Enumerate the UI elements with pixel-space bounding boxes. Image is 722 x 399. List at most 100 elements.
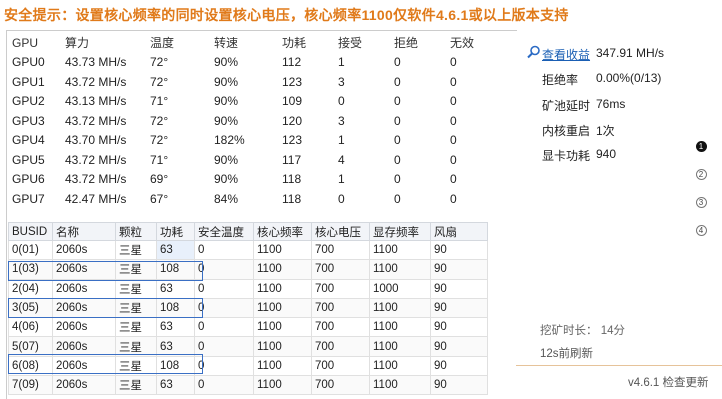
grid-cell[interactable]: 0 xyxy=(194,297,254,319)
grid-cell[interactable]: 2060s xyxy=(52,355,116,377)
grid-cell[interactable]: 700 xyxy=(311,336,370,357)
grid-cell[interactable]: 63 xyxy=(156,336,195,357)
grid-cell[interactable]: 0(01) xyxy=(8,239,53,261)
grid-row[interactable]: 7(09) 2060s 三星 63 0 1100 700 1100 90 xyxy=(8,375,488,396)
grid-cell[interactable]: 1100 xyxy=(253,355,312,377)
grid-cell[interactable]: 4(06) xyxy=(8,317,53,338)
grid-row[interactable]: 0(01) 2060s 三星 63 0 1100 700 1100 90 xyxy=(8,239,488,261)
grid-cell[interactable]: 63 xyxy=(156,317,195,338)
grid-cell[interactable]: 1100 xyxy=(253,336,312,357)
grid-cell[interactable]: 108 xyxy=(156,355,195,377)
gpu-cell: 117 xyxy=(282,152,302,167)
grid-cell[interactable]: 700 xyxy=(311,375,370,396)
grid-cell[interactable]: 2060s xyxy=(52,297,116,319)
grid-cell[interactable]: 1100 xyxy=(369,375,431,396)
grid-cell[interactable]: 三星 xyxy=(115,239,157,261)
grid-cell[interactable]: 2060s xyxy=(52,375,116,396)
col-busid[interactable]: BUSID xyxy=(8,222,53,241)
grid-cell[interactable]: 1100 xyxy=(369,239,431,261)
col-name[interactable]: 名称 xyxy=(52,222,116,241)
grid-cell[interactable]: 0 xyxy=(194,336,254,357)
grid-cell[interactable]: 2(04) xyxy=(8,278,53,299)
col-core-voltage[interactable]: 核心电压 xyxy=(311,222,370,241)
grid-cell[interactable]: 1100 xyxy=(253,297,312,319)
grid-cell[interactable]: 7(09) xyxy=(8,375,53,396)
grid-cell[interactable]: 2060s xyxy=(52,317,116,338)
gpu-row: GPU6 43.72 MH/s 69° 90% 118 1 0 0 xyxy=(8,170,500,190)
grid-cell[interactable]: 3(05) xyxy=(8,297,53,319)
grid-cell[interactable]: 三星 xyxy=(115,259,157,280)
grid-row[interactable]: 4(06) 2060s 三星 63 0 1100 700 1100 90 xyxy=(8,317,488,338)
col-fan-speed[interactable]: 风扇 xyxy=(430,222,488,241)
grid-cell[interactable]: 5(07) xyxy=(8,336,53,357)
grid-cell[interactable]: 700 xyxy=(311,355,370,377)
grid-cell[interactable]: 0 xyxy=(194,375,254,396)
overclock-grid[interactable]: BUSID 名称 颗粒 功耗 安全温度 核心频率 核心电压 显存频率 风扇 0(… xyxy=(8,222,488,396)
grid-cell[interactable]: 三星 xyxy=(115,278,157,299)
grid-cell[interactable]: 0 xyxy=(194,355,254,377)
grid-cell[interactable]: 63 xyxy=(156,239,195,261)
search-icon[interactable] xyxy=(527,45,541,62)
grid-cell[interactable]: 90 xyxy=(430,375,488,396)
grid-cell[interactable]: 1000 xyxy=(369,278,431,299)
grid-cell[interactable]: 700 xyxy=(311,278,370,299)
grid-cell[interactable]: 108 xyxy=(156,259,195,280)
page-dot-4[interactable]: 4 xyxy=(692,222,710,236)
grid-cell[interactable]: 90 xyxy=(430,297,488,319)
grid-cell[interactable]: 1100 xyxy=(253,278,312,299)
grid-cell[interactable]: 三星 xyxy=(115,317,157,338)
version-check-update[interactable]: v4.6.1 检查更新 xyxy=(628,374,709,390)
grid-cell[interactable]: 1100 xyxy=(369,355,431,377)
grid-cell[interactable]: 1100 xyxy=(253,239,312,261)
grid-row[interactable]: 3(05) 2060s 三星 108 0 1100 700 1100 90 xyxy=(8,297,488,319)
grid-cell[interactable]: 三星 xyxy=(115,375,157,396)
grid-cell[interactable]: 2060s xyxy=(52,278,116,299)
grid-cell[interactable]: 700 xyxy=(311,239,370,261)
grid-cell[interactable]: 1100 xyxy=(253,317,312,338)
view-earnings-link[interactable]: 查看收益 xyxy=(542,46,590,63)
grid-cell[interactable]: 2060s xyxy=(52,336,116,357)
grid-row[interactable]: 5(07) 2060s 三星 63 0 1100 700 1100 90 xyxy=(8,336,488,357)
grid-cell[interactable]: 0 xyxy=(194,239,254,261)
grid-cell[interactable]: 1100 xyxy=(369,336,431,357)
grid-cell[interactable]: 90 xyxy=(430,259,488,280)
grid-cell[interactable]: 90 xyxy=(430,355,488,377)
grid-cell[interactable]: 0 xyxy=(194,259,254,280)
col-mem-clock[interactable]: 显存频率 xyxy=(369,222,431,241)
grid-cell[interactable]: 108 xyxy=(156,297,195,319)
grid-cell[interactable]: 90 xyxy=(430,336,488,357)
grid-cell[interactable]: 2060s xyxy=(52,259,116,280)
page-dot-3[interactable]: 3 xyxy=(692,194,710,208)
col-memory-type[interactable]: 颗粒 xyxy=(115,222,157,241)
page-dot-1[interactable]: 1 xyxy=(692,138,710,152)
grid-cell[interactable]: 0 xyxy=(194,317,254,338)
grid-cell[interactable]: 0 xyxy=(194,278,254,299)
grid-cell[interactable]: 2060s xyxy=(52,239,116,261)
grid-cell[interactable]: 63 xyxy=(156,375,195,396)
col-power-limit[interactable]: 功耗 xyxy=(156,222,195,241)
grid-cell[interactable]: 700 xyxy=(311,259,370,280)
grid-cell[interactable]: 1100 xyxy=(369,297,431,319)
grid-cell[interactable]: 1100 xyxy=(253,259,312,280)
grid-cell[interactable]: 三星 xyxy=(115,355,157,377)
grid-cell[interactable]: 1100 xyxy=(369,259,431,280)
grid-cell[interactable]: 三星 xyxy=(115,336,157,357)
gpu-row: GPU0 43.73 MH/s 72° 90% 112 1 0 0 xyxy=(8,53,500,73)
grid-cell[interactable]: 三星 xyxy=(115,297,157,319)
grid-cell[interactable]: 90 xyxy=(430,317,488,338)
grid-row[interactable]: 2(04) 2060s 三星 63 0 1100 700 1000 90 xyxy=(8,278,488,299)
grid-cell[interactable]: 700 xyxy=(311,317,370,338)
col-core-clock[interactable]: 核心频率 xyxy=(253,222,312,241)
grid-cell[interactable]: 700 xyxy=(311,297,370,319)
grid-row[interactable]: 1(03) 2060s 三星 108 0 1100 700 1100 90 xyxy=(8,259,488,280)
grid-cell[interactable]: 6(08) xyxy=(8,355,53,377)
grid-cell[interactable]: 63 xyxy=(156,278,195,299)
page-dot-2[interactable]: 2 xyxy=(692,166,710,180)
grid-cell[interactable]: 1100 xyxy=(369,317,431,338)
grid-cell[interactable]: 1100 xyxy=(253,375,312,396)
grid-row[interactable]: 6(08) 2060s 三星 108 0 1100 700 1100 90 xyxy=(8,355,488,377)
col-safe-temp[interactable]: 安全温度 xyxy=(194,222,254,241)
grid-cell[interactable]: 90 xyxy=(430,239,488,261)
grid-cell[interactable]: 90 xyxy=(430,278,488,299)
grid-cell[interactable]: 1(03) xyxy=(8,259,53,280)
